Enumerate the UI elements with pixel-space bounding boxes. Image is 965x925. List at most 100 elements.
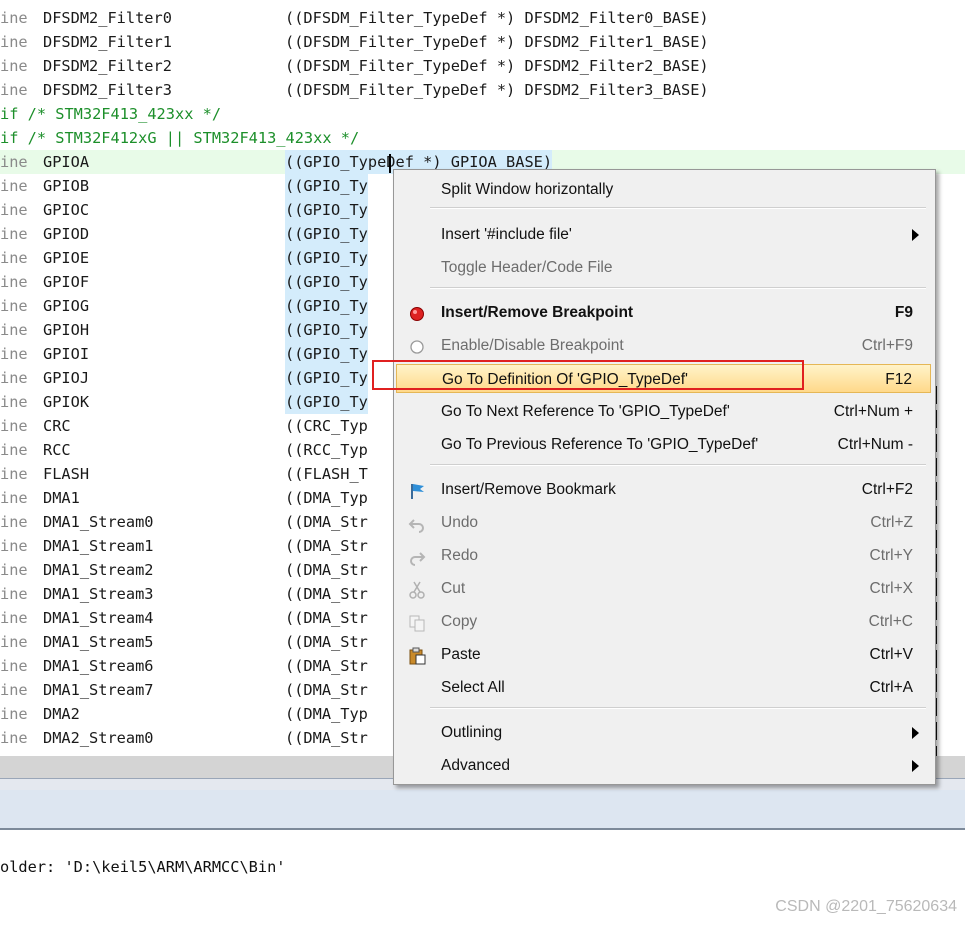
macro-name: GPIOJ: [43, 369, 90, 387]
define-keyword: ine: [0, 393, 28, 411]
define-keyword: ine: [0, 249, 28, 267]
menu-item-shortcut: Ctrl+Num -: [837, 436, 913, 453]
macro-value: ((GPIO_Ty: [285, 390, 368, 414]
code-line: ine DFSDM2_Filter0 ((DFSDM_Filter_TypeDef …: [0, 6, 965, 30]
menu-item-enbp[interactable]: Enable/Disable Breakpoint Ctrl+F9: [396, 331, 931, 360]
macro-value: ((DMA_Typ: [285, 705, 368, 723]
macro-name: DMA2: [43, 705, 80, 723]
copy-icon: [408, 613, 426, 632]
macro-name: DMA1_Stream7: [43, 681, 154, 699]
define-keyword: ine: [0, 465, 28, 483]
code-line: if /* STM32F413_423xx */: [0, 102, 965, 126]
macro-name: DFSDM2_Filter2: [43, 57, 172, 75]
define-keyword: ine: [0, 537, 28, 555]
menu-item-prev[interactable]: Go To Previous Reference To 'GPIO_TypeDe…: [396, 430, 931, 459]
output-text: older: 'D:\keil5\ARM\ARMCC\Bin': [0, 858, 286, 876]
macro-value: ((DMA_Str: [285, 537, 368, 555]
macro-name: DMA1_Stream1: [43, 537, 154, 555]
code-line: ine DFSDM2_Filter2 ((DFSDM_Filter_TypeDef …: [0, 54, 965, 78]
macro-name: GPIOG: [43, 297, 90, 315]
define-keyword: ine: [0, 177, 28, 195]
define-keyword: ine: [0, 345, 28, 363]
macro-name: CRC: [43, 417, 71, 435]
macro-name: GPIOA: [43, 153, 90, 171]
breakpoint-outline-icon: [408, 337, 426, 355]
submenu-arrow-icon: [912, 229, 919, 241]
menu-item-cut[interactable]: Cut Ctrl+X: [396, 574, 931, 603]
macro-value: ((GPIO_Ty: [285, 174, 368, 198]
macro-name: RCC: [43, 441, 71, 459]
menu-item-undo[interactable]: Undo Ctrl+Z: [396, 508, 931, 537]
macro-name: DMA1_Stream2: [43, 561, 154, 579]
macro-name: DMA1_Stream6: [43, 657, 154, 675]
menu-item-bookmark[interactable]: Insert/Remove Bookmark Ctrl+F2: [396, 475, 931, 504]
menu-item-include[interactable]: Insert '#include file': [396, 220, 931, 249]
macro-value: ((GPIO_Ty: [285, 318, 368, 342]
macro-name: DMA1_Stream5: [43, 633, 154, 651]
menu-item-shortcut: Ctrl+C: [868, 613, 913, 630]
macro-name: DMA1_Stream0: [43, 513, 154, 531]
macro-value: ((DMA_Str: [285, 585, 368, 603]
macro-value: ((DMA_Str: [285, 681, 368, 699]
macro-value: ((GPIO_Ty: [285, 246, 368, 270]
menu-item-toggle[interactable]: Toggle Header/Code File: [396, 253, 931, 282]
preprocessor-directive: if /* STM32F413_423xx */: [0, 105, 222, 123]
menu-item-next[interactable]: Go To Next Reference To 'GPIO_TypeDef' Ct…: [396, 397, 931, 426]
macro-value: ((DFSDM_Filter_TypeDef *) DFSDM2_Filter3…: [285, 81, 709, 99]
define-keyword: ine: [0, 153, 28, 171]
menu-item-redo[interactable]: Redo Ctrl+Y: [396, 541, 931, 570]
redo-icon: [408, 547, 426, 566]
code-line: if /* STM32F412xG || STM32F413_423xx */: [0, 126, 965, 150]
menu-item-shortcut: F9: [894, 304, 913, 321]
define-keyword: ine: [0, 633, 28, 651]
define-keyword: ine: [0, 729, 28, 747]
macro-name: GPIOI: [43, 345, 90, 363]
output-pane-header: [0, 790, 965, 830]
menu-item-outlining[interactable]: Outlining: [396, 718, 931, 747]
menu-item-label: Insert/Remove Bookmark: [441, 481, 616, 498]
macro-value: ((DFSDM_Filter_TypeDef *) DFSDM2_Filter0…: [285, 9, 709, 27]
menu-item-shortcut: Ctrl+Z: [870, 514, 913, 531]
menu-item-selall[interactable]: Select All Ctrl+A: [396, 673, 931, 702]
undo-icon: [408, 514, 426, 533]
macro-value: ((DMA_Str: [285, 633, 368, 651]
define-keyword: ine: [0, 201, 28, 219]
macro-value: ((DMA_Str: [285, 729, 368, 747]
menu-item-split[interactable]: Split Window horizontally: [396, 175, 931, 204]
macro-name: FLASH: [43, 465, 90, 483]
macro-name: DMA1: [43, 489, 80, 507]
macro-name: GPIOD: [43, 225, 90, 243]
define-keyword: ine: [0, 489, 28, 507]
define-keyword: ine: [0, 57, 28, 75]
menu-item-shortcut: Ctrl+X: [869, 580, 914, 597]
define-keyword: ine: [0, 9, 28, 27]
define-keyword: ine: [0, 561, 28, 579]
macro-value: ((DMA_Str: [285, 513, 368, 531]
menu-item-shortcut: Ctrl+Y: [869, 547, 914, 564]
macro-name: GPIOK: [43, 393, 90, 411]
context-menu: Split Window horizontally Insert '#includ…: [393, 169, 936, 785]
menu-item-advanced[interactable]: Advanced: [396, 751, 931, 780]
define-keyword: ine: [0, 81, 28, 99]
define-keyword: ine: [0, 705, 28, 723]
macro-name: GPIOE: [43, 249, 90, 267]
menu-separator: [430, 464, 926, 466]
define-keyword: ine: [0, 441, 28, 459]
macro-value: ((DMA_Typ: [285, 489, 368, 507]
macro-value: ((DMA_Str: [285, 609, 368, 627]
define-keyword: ine: [0, 681, 28, 699]
menu-item-shortcut: Ctrl+V: [869, 646, 914, 663]
preprocessor-directive: if /* STM32F412xG || STM32F413_423xx */: [0, 129, 360, 147]
menu-item-label: Copy: [441, 613, 478, 630]
menu-item-label: Toggle Header/Code File: [441, 259, 613, 276]
macro-value: ((GPIO_Ty: [285, 294, 368, 318]
define-keyword: ine: [0, 585, 28, 603]
menu-item-label: Split Window horizontally: [441, 181, 614, 198]
menu-item-paste[interactable]: Paste Ctrl+V: [396, 640, 931, 669]
menu-item-bp[interactable]: Insert/Remove Breakpoint F9: [396, 298, 931, 327]
menu-item-shortcut: Ctrl+F9: [861, 337, 913, 354]
macro-name: DMA1_Stream3: [43, 585, 154, 603]
macro-name: DMA2_Stream0: [43, 729, 154, 747]
menu-separator: [430, 287, 926, 289]
menu-item-copy[interactable]: Copy Ctrl+C: [396, 607, 931, 636]
